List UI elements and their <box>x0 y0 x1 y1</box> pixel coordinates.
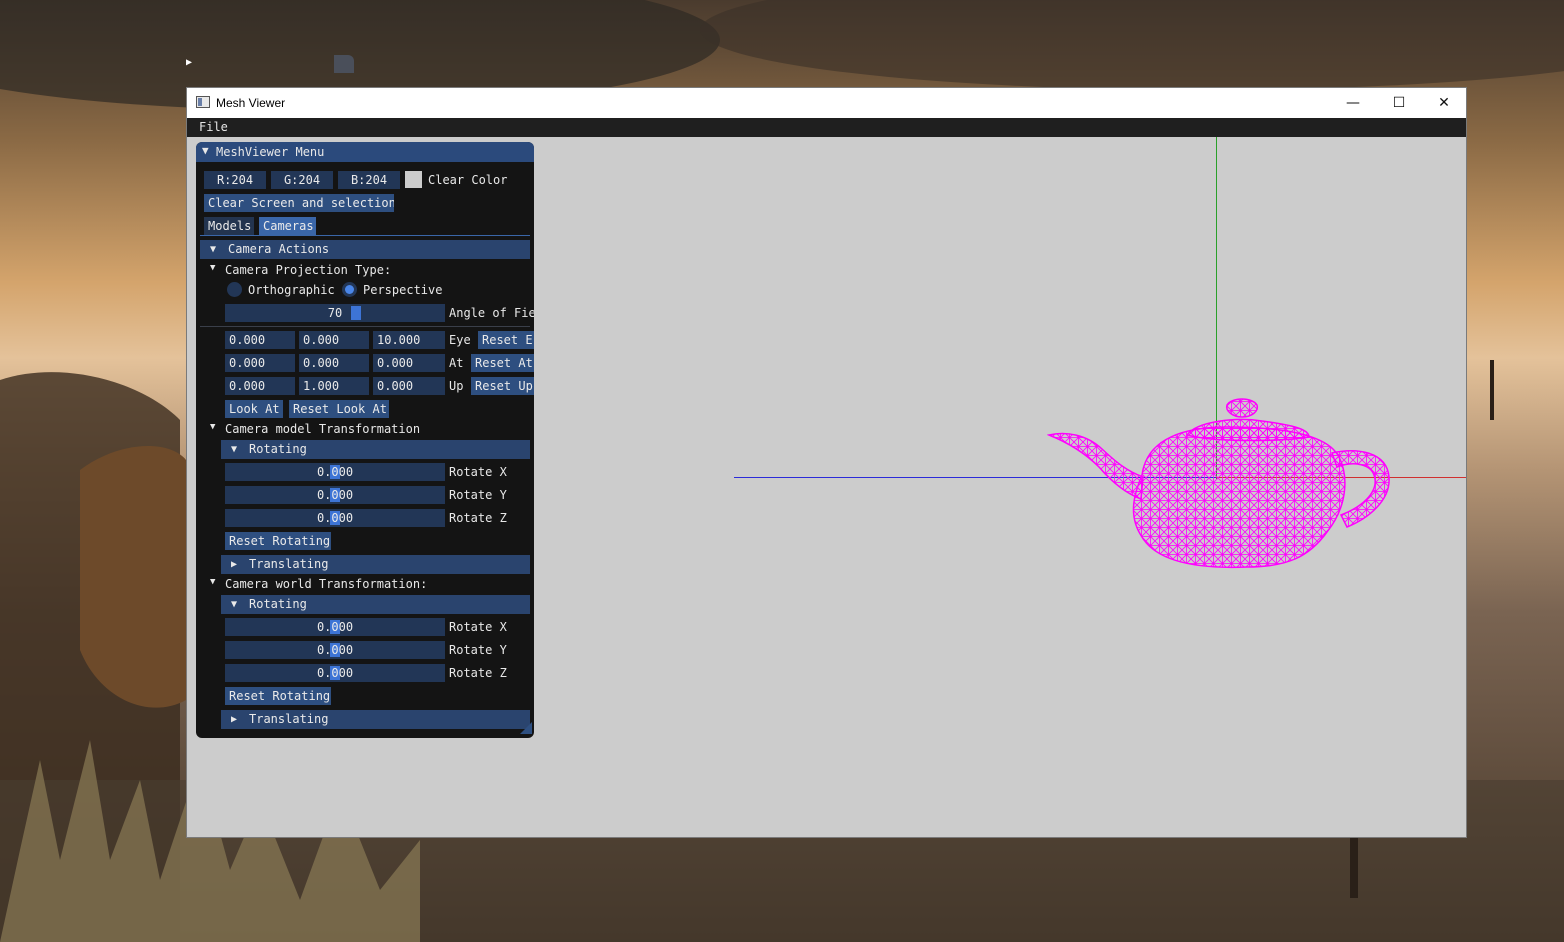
world-reset-rotating-button[interactable]: Reset Rotating <box>225 687 331 705</box>
model-rotate-z-slider[interactable]: 0.000 <box>225 509 445 527</box>
world-rotate-y-slider[interactable]: 0.000 <box>225 641 445 659</box>
up-x-field[interactable]: 0.000 <box>225 377 295 395</box>
model-translating-header[interactable]: ▶ Translating <box>221 555 530 574</box>
world-rotate-z-slider[interactable]: 0.000 <box>225 664 445 682</box>
model-transform-label: Camera model Transformation <box>225 422 421 436</box>
rotate-x-label: Rotate X <box>449 620 507 634</box>
tree-open-icon[interactable]: ▼ <box>210 422 215 432</box>
tab-models[interactable]: Models <box>204 217 254 235</box>
at-z-field[interactable]: 0.000 <box>373 354 445 372</box>
slider-grab[interactable] <box>351 306 361 320</box>
orthographic-label: Orthographic <box>248 283 335 297</box>
rotate-z-label: Rotate Z <box>449 666 507 680</box>
reset-at-button[interactable]: Reset At <box>471 354 534 372</box>
panel-title: MeshViewer Menu <box>216 145 325 159</box>
collapsed-triangle-icon: ▶ <box>231 714 238 725</box>
reset-look-at-button[interactable]: Reset Look At <box>289 400 389 418</box>
at-y-field[interactable]: 0.000 <box>299 354 369 372</box>
minimize-button[interactable]: — <box>1330 88 1376 118</box>
tree-open-icon[interactable]: ▼ <box>210 263 215 273</box>
up-y-field[interactable]: 1.000 <box>299 377 369 395</box>
collapse-triangle-icon[interactable]: ▼ <box>202 144 209 157</box>
world-transform-label: Camera world Transformation: <box>225 577 428 591</box>
expand-triangle-icon: ▼ <box>210 244 217 255</box>
model-rotate-x-slider[interactable]: 0.000 <box>225 463 445 481</box>
panel-title-bar[interactable]: ▼ MeshViewer Menu <box>196 142 534 162</box>
maximize-button[interactable]: ☐ <box>1376 88 1422 118</box>
rotate-x-label: Rotate X <box>449 465 507 479</box>
tab-underline <box>200 235 530 236</box>
world-translating-header[interactable]: ▶ Translating <box>221 710 530 729</box>
perspective-label: Perspective <box>363 283 443 297</box>
tab-cameras[interactable]: Cameras <box>259 217 316 235</box>
rotate-z-label: Rotate Z <box>449 511 507 525</box>
camera-actions-header[interactable]: ▼ Camera Actions <box>200 240 530 259</box>
world-rotating-header[interactable]: ▼ Rotating <box>221 595 530 614</box>
up-label: Up <box>449 379 464 393</box>
clear-color-g-field[interactable]: G:204 <box>271 171 333 189</box>
clear-screen-button[interactable]: Clear Screen and selection <box>204 194 394 212</box>
model-rotate-y-slider[interactable]: 0.000 <box>225 486 445 504</box>
at-label: At <box>449 356 464 370</box>
eye-y-field[interactable]: 0.000 <box>299 331 369 349</box>
collapse-arrow-icon[interactable]: ▶ <box>186 57 194 71</box>
panel-header-extension <box>334 55 354 73</box>
clear-color-b-field[interactable]: B:204 <box>338 171 400 189</box>
look-at-button[interactable]: Look At <box>225 400 283 418</box>
model-rotating-header[interactable]: ▼ Rotating <box>221 440 530 459</box>
clear-color-r-field[interactable]: R:204 <box>204 171 266 189</box>
resize-grip-icon[interactable] <box>520 722 532 734</box>
window-title: Mesh Viewer <box>216 96 286 110</box>
eye-label: Eye <box>449 333 471 347</box>
expand-triangle-icon: ▼ <box>231 444 238 455</box>
reset-eye-button[interactable]: Reset E <box>478 331 534 349</box>
at-x-field[interactable]: 0.000 <box>225 354 295 372</box>
collapsed-triangle-icon: ▶ <box>231 559 238 570</box>
projection-type-label: Camera Projection Type: <box>225 263 392 277</box>
teapot-wireframe <box>1047 398 1390 569</box>
eye-x-field[interactable]: 0.000 <box>225 331 295 349</box>
orthographic-radio[interactable] <box>227 282 242 297</box>
close-button[interactable]: ✕ <box>1421 88 1467 118</box>
app-icon <box>196 96 210 108</box>
clear-color-swatch[interactable] <box>405 171 422 188</box>
model-reset-rotating-button[interactable]: Reset Rotating <box>225 532 331 550</box>
perspective-radio[interactable] <box>342 282 357 297</box>
clear-color-label: Clear Color <box>428 173 508 187</box>
reset-up-button[interactable]: Reset Up <box>471 377 534 395</box>
eye-z-field[interactable]: 10.000 <box>373 331 445 349</box>
fov-label: Angle of Fie <box>449 306 534 320</box>
title-bar[interactable]: Mesh Viewer — ☐ ✕ <box>187 88 1466 118</box>
menu-file[interactable]: File <box>199 120 228 134</box>
up-z-field[interactable]: 0.000 <box>373 377 445 395</box>
menu-bar: File <box>187 118 1466 137</box>
rotate-y-label: Rotate Y <box>449 643 507 657</box>
rotate-y-label: Rotate Y <box>449 488 507 502</box>
tree-open-icon[interactable]: ▼ <box>210 577 215 587</box>
separator <box>200 326 530 327</box>
expand-triangle-icon: ▼ <box>231 599 238 610</box>
fov-slider[interactable]: 70 <box>225 304 445 322</box>
meshviewer-menu-panel: ▼ MeshViewer Menu R:204 G:204 B:204 Clea… <box>196 142 534 738</box>
world-rotate-x-slider[interactable]: 0.000 <box>225 618 445 636</box>
